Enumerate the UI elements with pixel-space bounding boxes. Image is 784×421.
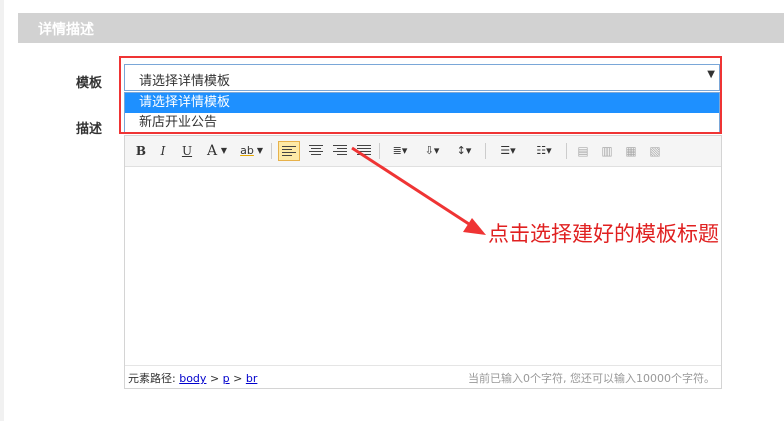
description-label: 描述 xyxy=(76,122,103,137)
toolbar-divider xyxy=(485,143,486,159)
image-float-left-icon[interactable]: ▤ xyxy=(573,141,593,161)
template-option-new-store[interactable]: 新店开业公告 xyxy=(125,113,719,133)
toolbar-divider xyxy=(566,143,567,159)
element-path-label: 元素路径: xyxy=(128,372,176,385)
highlight-button[interactable]: ab xyxy=(239,141,255,161)
underline-button[interactable]: U xyxy=(179,141,195,161)
path-link-p[interactable]: p xyxy=(223,372,230,385)
section-title: 详情描述 xyxy=(38,22,94,38)
toolbar-divider xyxy=(379,143,380,159)
font-color-button[interactable]: A xyxy=(205,141,219,161)
editor-content-area[interactable] xyxy=(125,167,721,366)
template-label: 模板 xyxy=(76,76,103,91)
bold-button[interactable]: B xyxy=(133,141,149,161)
align-justify-button[interactable] xyxy=(354,141,374,161)
unordered-list-icon[interactable]: ☷▾ xyxy=(529,141,559,161)
row-spacing-icon[interactable]: ↕▾ xyxy=(451,141,477,161)
align-center-icon xyxy=(309,145,323,157)
image-float-right-icon[interactable]: ▥ xyxy=(597,141,617,161)
align-left-icon xyxy=(282,146,296,158)
line-spacing-icon[interactable]: ≣▾ xyxy=(387,141,413,161)
align-right-icon xyxy=(333,145,347,157)
chevron-down-icon: ▼ xyxy=(707,69,715,80)
highlight-dropdown-icon[interactable]: ▼ xyxy=(256,141,264,161)
path-link-body[interactable]: body xyxy=(179,372,206,385)
element-path: 元素路径: body > p > br xyxy=(128,370,257,386)
ordered-list-icon[interactable]: ☰▾ xyxy=(493,141,523,161)
left-strip xyxy=(0,0,4,421)
page-panel: 详情描述 模板 描述 请选择详情模板 ▼ 请选择详情模板 新店开业公告 B I … xyxy=(0,0,784,421)
toolbar-divider xyxy=(271,143,272,159)
template-select[interactable]: 请选择详情模板 ▼ xyxy=(124,64,720,91)
paragraph-spacing-icon[interactable]: ⇩▾ xyxy=(419,141,445,161)
align-center-button[interactable] xyxy=(306,141,326,161)
align-right-button[interactable] xyxy=(330,141,350,161)
image-no-float-icon[interactable]: ▦ xyxy=(621,141,641,161)
italic-button[interactable]: I xyxy=(155,141,171,161)
rich-text-editor[interactable]: B I U A ▼ ab ▼ ≣▾ ⇩▾ ↕▾ ☰▾ ☷▾ ▤ ▥ ▦ ▧ 元素… xyxy=(124,135,722,389)
path-separator: > xyxy=(233,372,243,385)
template-dropdown: 请选择详情模板 新店开业公告 xyxy=(124,92,720,134)
editor-statusbar: 元素路径: body > p > br 当前已输入0个字符, 您还可以输入100… xyxy=(125,365,721,388)
path-link-br[interactable]: br xyxy=(246,372,258,385)
path-separator: > xyxy=(209,372,220,385)
font-color-dropdown-icon[interactable]: ▼ xyxy=(220,141,228,161)
image-center-icon[interactable]: ▧ xyxy=(645,141,665,161)
character-count: 当前已输入0个字符, 您还可以输入10000个字符。 xyxy=(468,372,715,385)
align-justify-icon xyxy=(357,145,371,157)
align-left-button[interactable] xyxy=(278,141,300,161)
section-header: 详情描述 xyxy=(18,13,784,43)
template-option-placeholder[interactable]: 请选择详情模板 xyxy=(125,93,719,113)
editor-toolbar: B I U A ▼ ab ▼ ≣▾ ⇩▾ ↕▾ ☰▾ ☷▾ ▤ ▥ ▦ ▧ xyxy=(125,136,721,167)
annotation-text: 点击选择建好的模板标题 xyxy=(488,222,719,246)
template-select-value: 请选择详情模板 xyxy=(139,74,231,89)
